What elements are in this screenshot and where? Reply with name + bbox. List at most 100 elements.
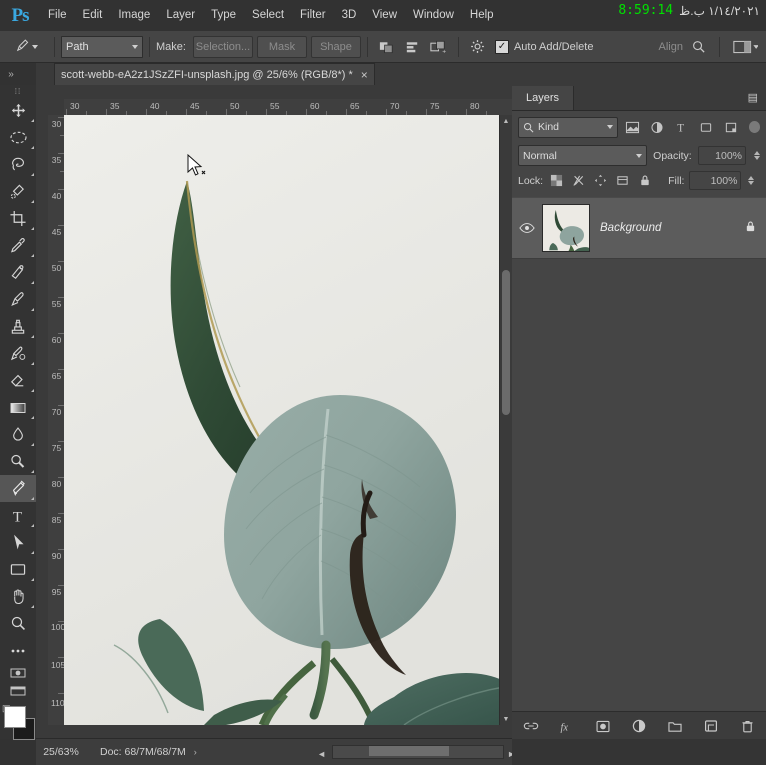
hscroll-left-arrow-icon[interactable]: ◄ <box>317 749 326 759</box>
new-group-icon[interactable] <box>666 717 684 735</box>
lock-transparent-icon[interactable] <box>548 172 565 189</box>
path-selection-tool[interactable] <box>0 529 36 556</box>
dodge-more-icon <box>31 467 34 473</box>
move-tool[interactable] <box>0 97 36 124</box>
align-edges-icon[interactable] <box>685 35 711 59</box>
opacity-stepper[interactable] <box>754 151 760 160</box>
history-brush-tool[interactable] <box>0 340 36 367</box>
close-icon[interactable]: × <box>361 69 368 81</box>
shape-filter-icon[interactable] <box>696 117 717 137</box>
panel-menu-icon[interactable]: ▤ <box>748 86 766 110</box>
filter-toggle-switch[interactable] <box>748 121 761 133</box>
menu-select[interactable]: Select <box>244 0 292 31</box>
svg-text:fx: fx <box>561 722 569 732</box>
vertical-scroll-thumb[interactable] <box>502 270 510 415</box>
path-operations-icon[interactable] <box>374 35 400 59</box>
brush-tool[interactable] <box>0 286 36 313</box>
screen-mode-toggle[interactable] <box>0 682 36 700</box>
menu-help[interactable]: Help <box>462 0 502 31</box>
menu-view[interactable]: View <box>364 0 405 31</box>
rectangle-tool[interactable] <box>0 556 36 583</box>
h-ruler-label-5: 55 <box>270 101 280 111</box>
new-layer-icon[interactable] <box>702 717 720 735</box>
auto-add-delete-control[interactable]: ✓ Auto Add/Delete <box>494 39 593 54</box>
layer-kind-select[interactable]: Kind <box>518 116 618 138</box>
lasso-tool[interactable] <box>0 151 36 178</box>
hand-tool[interactable] <box>0 583 36 610</box>
zoom-tool[interactable] <box>0 610 36 637</box>
foreground-color-swatch[interactable] <box>4 706 26 728</box>
menu-type[interactable]: Type <box>203 0 244 31</box>
blend-mode-select[interactable]: Normal <box>518 145 648 166</box>
menu-3d[interactable]: 3D <box>334 0 365 31</box>
pen-tool[interactable] <box>0 475 36 502</box>
document-canvas[interactable] <box>64 115 504 725</box>
gear-icon[interactable] <box>465 35 491 59</box>
eye-icon[interactable] <box>512 222 542 234</box>
lock-image-icon[interactable] <box>570 172 587 189</box>
pixel-filter-icon[interactable] <box>622 117 643 137</box>
quick-selection-tool[interactable] <box>0 178 36 205</box>
spot-healing-brush-tool[interactable] <box>0 259 36 286</box>
crop-tool[interactable] <box>0 205 36 232</box>
type-filter-icon[interactable]: T <box>671 117 692 137</box>
adjustment-filter-icon[interactable] <box>646 117 667 137</box>
layer-style-fx-icon[interactable]: fx <box>558 717 576 735</box>
smart-object-filter-icon[interactable] <box>720 117 741 137</box>
lock-artboard-icon[interactable] <box>614 172 631 189</box>
tools-panel-handle[interactable]: ⁞⁞ <box>0 85 36 97</box>
scroll-down-icon[interactable]: ▼ <box>500 713 512 725</box>
lock-all-icon[interactable] <box>636 172 653 189</box>
eraser-tool[interactable] <box>0 367 36 394</box>
delete-layer-icon[interactable] <box>738 717 756 735</box>
menu-layer[interactable]: Layer <box>158 0 203 31</box>
lock-icon[interactable] <box>745 220 756 236</box>
lock-position-icon[interactable] <box>592 172 609 189</box>
menu-file[interactable]: File <box>40 0 75 31</box>
horizontal-scroll-thumb[interactable] <box>369 746 449 756</box>
edit-toolbar-button[interactable] <box>0 637 36 664</box>
path-arrangement-icon[interactable]: + <box>426 35 452 59</box>
opacity-value[interactable]: 100% <box>697 146 746 165</box>
color-swatches[interactable]: ▣ ⇄ <box>0 703 36 748</box>
layer-row-background[interactable]: Background <box>512 197 766 259</box>
make-mask-button[interactable]: Mask <box>256 35 307 58</box>
menu-image[interactable]: Image <box>110 0 158 31</box>
blur-tool[interactable] <box>0 421 36 448</box>
auto-add-delete-checkbox[interactable]: ✓ <box>494 39 509 54</box>
eyedropper-tool[interactable] <box>0 232 36 259</box>
document-info[interactable]: Doc: 68/7M/68/7M <box>100 746 186 758</box>
status-expand-icon[interactable]: › <box>194 747 197 757</box>
make-selection-button[interactable]: Selection... <box>192 35 253 58</box>
dodge-tool[interactable] <box>0 448 36 475</box>
v-ruler-label-15: 105 <box>51 660 65 670</box>
menu-filter[interactable]: Filter <box>292 0 334 31</box>
fill-value[interactable]: 100% <box>689 171 742 190</box>
path-mode-select[interactable]: Path <box>61 35 143 58</box>
gradient-tool[interactable] <box>0 394 36 421</box>
tab-layers[interactable]: Layers <box>512 86 575 110</box>
horizontal-type-tool[interactable]: T <box>0 502 36 529</box>
zoom-level[interactable]: 25/63% <box>36 746 86 758</box>
canvas-horizontal-scrollbar[interactable] <box>332 745 504 759</box>
workspace-switcher-icon[interactable] <box>728 35 762 59</box>
v-ruler-label-14: 100 <box>51 622 65 632</box>
scroll-up-icon[interactable]: ▲ <box>500 115 512 127</box>
tool-preset-picker[interactable] <box>4 34 48 59</box>
quick-mask-toggle[interactable] <box>0 664 36 682</box>
path-alignment-icon[interactable] <box>400 35 426 59</box>
layer-thumbnail[interactable] <box>542 204 590 252</box>
document-tab[interactable]: scott-webb-eA2z1JSzZFI-unsplash.jpg @ 25… <box>54 63 375 85</box>
elliptical-marquee-tool[interactable] <box>0 124 36 151</box>
clone-stamp-tool[interactable] <box>0 313 36 340</box>
panel-collapse-left-icon[interactable]: » <box>0 63 22 85</box>
make-shape-button[interactable]: Shape <box>310 35 361 58</box>
canvas-vertical-scrollbar[interactable]: ▲ ▼ <box>499 115 512 725</box>
layer-mask-icon[interactable] <box>594 717 612 735</box>
adjustment-layer-icon[interactable] <box>630 717 648 735</box>
link-layers-icon[interactable] <box>522 717 540 735</box>
layer-name[interactable]: Background <box>600 222 661 234</box>
menu-edit[interactable]: Edit <box>75 0 111 31</box>
fill-stepper[interactable] <box>748 176 755 185</box>
menu-window[interactable]: Window <box>405 0 462 31</box>
